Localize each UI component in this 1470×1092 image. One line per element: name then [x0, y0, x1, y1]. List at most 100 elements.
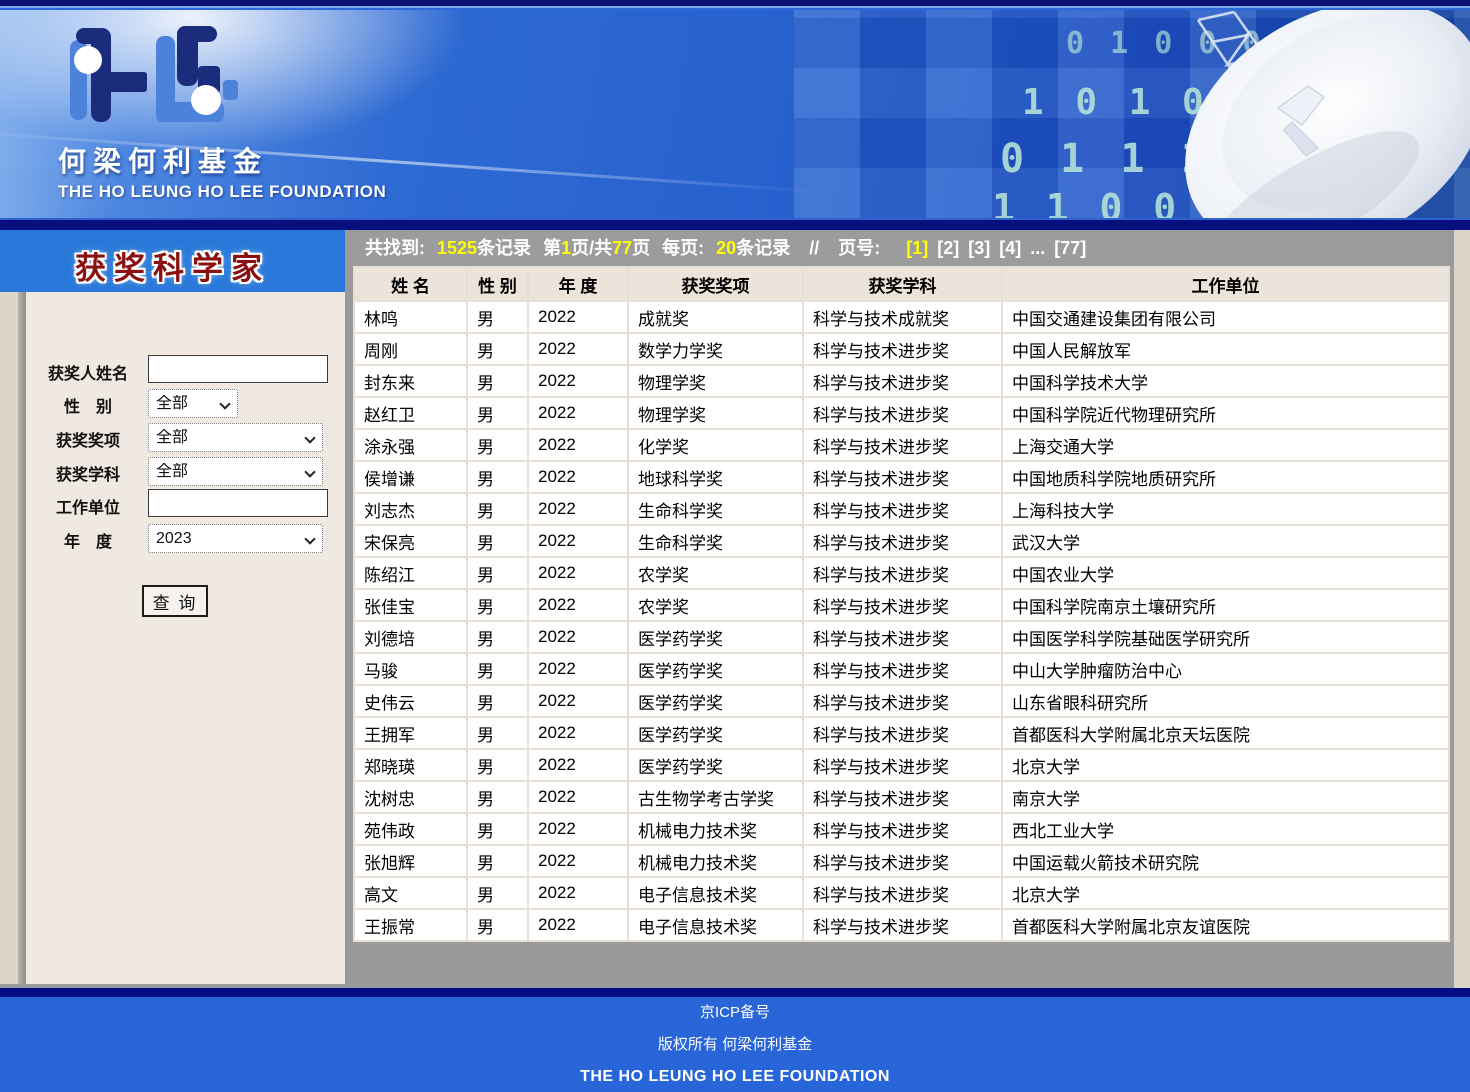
results-header-row: 姓 名性 别年 度获奖奖项获奖学科工作单位 [354, 267, 1449, 301]
table-row: 苑伟政男2022机械电力技术奖科学与技术进步奖西北工业大学 [354, 813, 1449, 845]
footer-copyright-line: 版权所有 何梁何利基金 [0, 1029, 1470, 1061]
cell-award: 医学药学奖 [628, 717, 803, 749]
cell-discipline: 科学与技术进步奖 [803, 525, 1002, 557]
slashes: // [809, 238, 819, 258]
cell-name: 张佳宝 [354, 589, 467, 621]
page-ellipsis: ... [1030, 238, 1045, 258]
cell-gender: 男 [467, 397, 528, 429]
cell-name: 王振常 [354, 909, 467, 941]
cell-name: 赵红卫 [354, 397, 467, 429]
table-row: 郑晓瑛男2022医学药学奖科学与技术进步奖北京大学 [354, 749, 1449, 781]
page-link[interactable]: [2] [937, 238, 959, 258]
pagination-bar: 共找到: 1525条记录 第1页/共77页 每页: 20条记录 // 页号: [… [353, 230, 1448, 266]
page-link-last[interactable]: [77] [1054, 238, 1086, 258]
award-select[interactable]: 全部 [148, 423, 323, 452]
per-page: 20 [716, 238, 736, 258]
cell-gender: 男 [467, 909, 528, 941]
current-page: 1 [561, 238, 571, 258]
page-mid: 页/共 [571, 238, 612, 258]
page-link-current[interactable]: [1] [906, 238, 928, 258]
gender-select[interactable]: 全部 [148, 389, 238, 418]
cell-work-unit: 中国人民解放军 [1002, 333, 1449, 365]
cell-work-unit: 中国科学技术大学 [1002, 365, 1449, 397]
cell-work-unit: 西北工业大学 [1002, 813, 1449, 845]
cell-year: 2022 [528, 493, 628, 525]
body-region: 获奖科学家 获奖人姓名 性 别 全部 [0, 230, 1470, 988]
cell-discipline: 科学与技术进步奖 [803, 813, 1002, 845]
table-row: 刘志杰男2022生命科学奖科学与技术进步奖上海科技大学 [354, 493, 1449, 525]
cell-award: 地球科学奖 [628, 461, 803, 493]
gender-label: 性 别 [32, 393, 144, 417]
cell-year: 2022 [528, 621, 628, 653]
cell-gender: 男 [467, 845, 528, 877]
cell-gender: 男 [467, 429, 528, 461]
page-suffix: 页 [632, 238, 650, 258]
cell-award: 物理学奖 [628, 397, 803, 429]
cell-gender: 男 [467, 525, 528, 557]
cell-discipline: 科学与技术进步奖 [803, 749, 1002, 781]
cell-discipline: 科学与技术成就奖 [803, 301, 1002, 333]
cell-year: 2022 [528, 781, 628, 813]
cell-discipline: 科学与技术进步奖 [803, 461, 1002, 493]
table-row: 王拥军男2022医学药学奖科学与技术进步奖首都医科大学附属北京天坛医院 [354, 717, 1449, 749]
cell-award: 医学药学奖 [628, 621, 803, 653]
foundation-logo [56, 20, 256, 128]
found-label: 共找到: [365, 238, 425, 258]
cell-work-unit: 首都医科大学附属北京天坛医院 [1002, 717, 1449, 749]
perpage-label: 每页: [662, 238, 704, 258]
page-link[interactable]: [4] [999, 238, 1021, 258]
cell-year: 2022 [528, 525, 628, 557]
footer-icp-line: 京ICP备号 [0, 997, 1470, 1029]
cell-discipline: 科学与技术进步奖 [803, 781, 1002, 813]
cell-discipline: 科学与技术进步奖 [803, 653, 1002, 685]
cell-gender: 男 [467, 877, 528, 909]
year-select[interactable]: 2023 [148, 524, 323, 553]
winner-name-input[interactable] [148, 355, 328, 383]
col-header-gender: 性 别 [467, 267, 528, 301]
col-header-name: 姓 名 [354, 267, 467, 301]
cell-gender: 男 [467, 685, 528, 717]
cell-name: 张旭辉 [354, 845, 467, 877]
site-banner: 0 1 0 0 0 1 01 0 1 0 0 0 10 1 1 1 0 11 1… [0, 10, 1470, 218]
work-unit-label: 工作单位 [32, 494, 144, 518]
cell-year: 2022 [528, 429, 628, 461]
cell-name: 郑晓瑛 [354, 749, 467, 781]
page-links: [1] [2] [3] [4]... [77] [906, 238, 1095, 258]
cell-name: 陈绍江 [354, 557, 467, 589]
search-button[interactable]: 查 询 [142, 585, 208, 617]
cell-award: 古生物学考古学奖 [628, 781, 803, 813]
cell-work-unit: 武汉大学 [1002, 525, 1449, 557]
cell-year: 2022 [528, 813, 628, 845]
table-row: 涂永强男2022化学奖科学与技术进步奖上海交通大学 [354, 429, 1449, 461]
cell-award: 医学药学奖 [628, 653, 803, 685]
sidebar-title-strip: 获奖科学家 [0, 230, 345, 292]
cell-work-unit: 中国交通建设集团有限公司 [1002, 301, 1449, 333]
cell-work-unit: 北京大学 [1002, 877, 1449, 909]
cell-gender: 男 [467, 301, 528, 333]
cell-gender: 男 [467, 653, 528, 685]
discipline-select[interactable]: 全部 [148, 457, 323, 486]
table-row: 王振常男2022电子信息技术奖科学与技术进步奖首都医科大学附属北京友谊医院 [354, 909, 1449, 941]
sidebar-left-bevel [18, 292, 26, 984]
cell-work-unit: 山东省眼科研究所 [1002, 685, 1449, 717]
cell-gender: 男 [467, 333, 528, 365]
cell-award: 化学奖 [628, 429, 803, 461]
footer: 京ICP备号 版权所有 何梁何利基金 THE HO LEUNG HO LEE F… [0, 997, 1470, 1092]
cell-award: 机械电力技术奖 [628, 845, 803, 877]
cell-discipline: 科学与技术进步奖 [803, 333, 1002, 365]
cell-award: 机械电力技术奖 [628, 813, 803, 845]
cell-award: 数学力学奖 [628, 333, 803, 365]
results-table-container: 姓 名性 别年 度获奖奖项获奖学科工作单位 林鸣男2022成就奖科学与技术成就奖… [353, 266, 1450, 942]
cell-award: 成就奖 [628, 301, 803, 333]
cell-gender: 男 [467, 749, 528, 781]
cell-gender: 男 [467, 717, 528, 749]
cell-award: 农学奖 [628, 557, 803, 589]
banner-bottom-strip [0, 218, 1470, 230]
work-unit-input[interactable] [148, 489, 328, 517]
col-header-work-unit: 工作单位 [1002, 267, 1449, 301]
page-link[interactable]: [3] [968, 238, 990, 258]
year-label: 年 度 [32, 528, 144, 552]
cell-work-unit: 中国地质科学院地质研究所 [1002, 461, 1449, 493]
cell-award: 电子信息技术奖 [628, 909, 803, 941]
cell-work-unit: 中国农业大学 [1002, 557, 1449, 589]
